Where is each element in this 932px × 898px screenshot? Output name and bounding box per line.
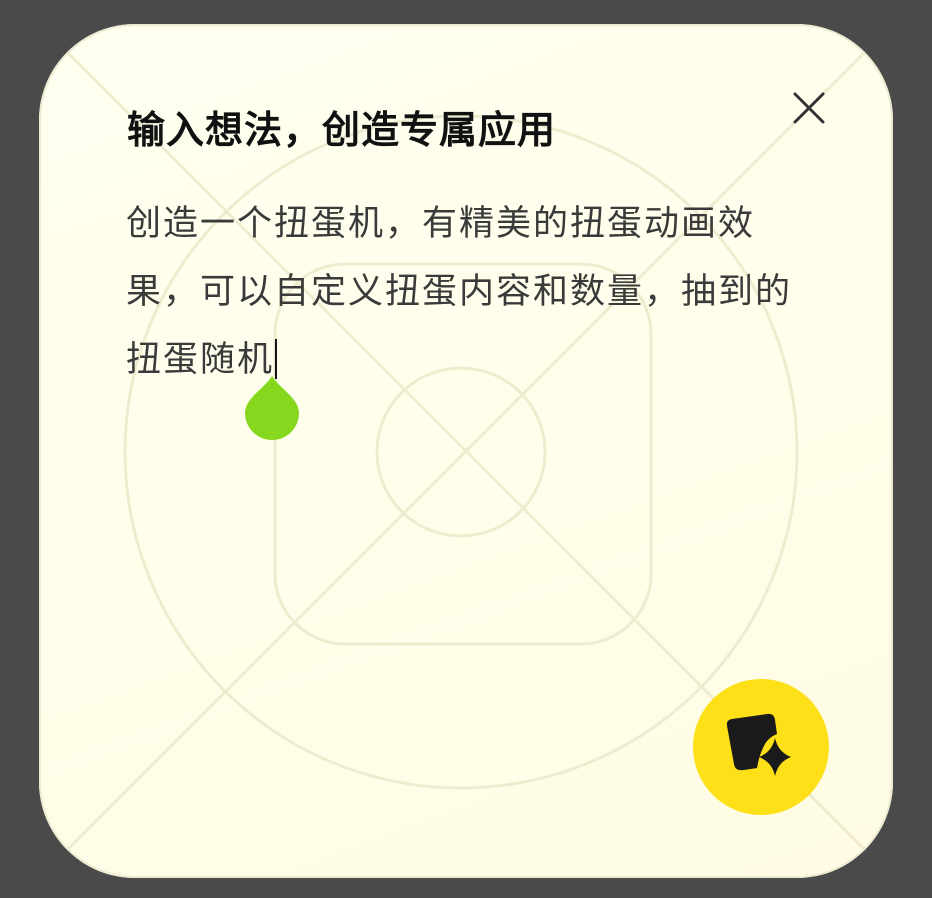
close-button[interactable] <box>787 86 831 130</box>
dialog-title: 输入想法，创造专属应用 <box>127 108 557 152</box>
idea-input-text: 创造一个扭蛋机，有精美的扭蛋动画效果，可以自定义扭蛋内容和数量，抽到的扭蛋随机 <box>126 204 793 380</box>
create-app-dialog: 输入想法，创造专属应用 创造一个扭蛋机，有精美的扭蛋动画效果，可以自定义扭蛋内容… <box>39 24 893 878</box>
close-icon <box>793 92 825 124</box>
idea-input[interactable]: 创造一个扭蛋机，有精美的扭蛋动画效果，可以自定义扭蛋内容和数量，抽到的扭蛋随机 <box>126 190 816 394</box>
text-cursor <box>275 339 278 379</box>
generate-app-button[interactable] <box>693 679 829 815</box>
text-selection-handle[interactable] <box>245 376 299 440</box>
edit-sparkle-icon <box>726 713 791 776</box>
